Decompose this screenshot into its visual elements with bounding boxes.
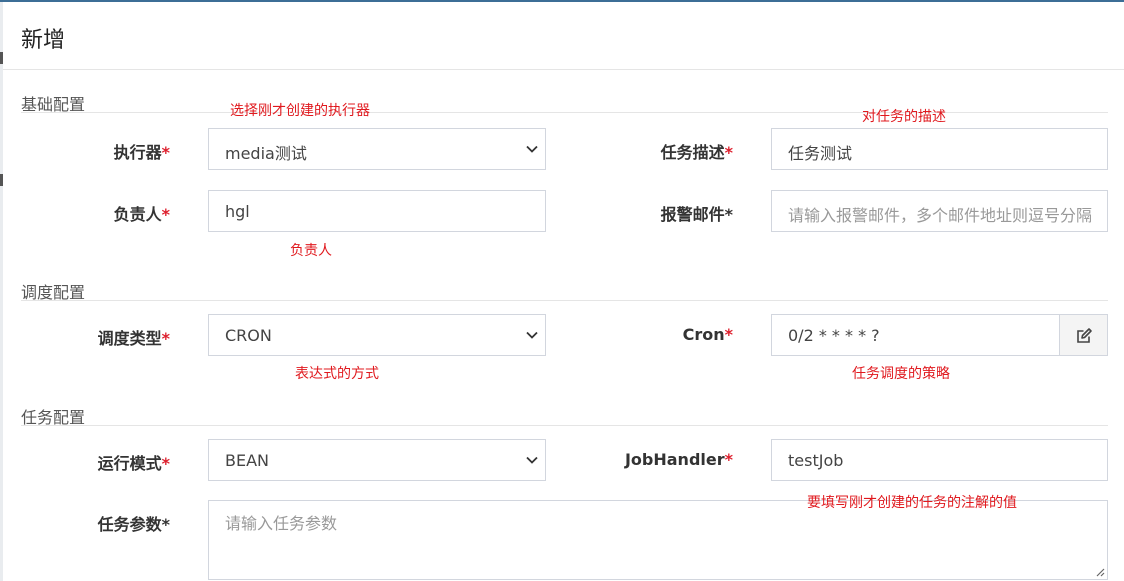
dialog-title: 新增 [21, 28, 66, 53]
executor-select[interactable]: media测试 [208, 128, 546, 170]
job-handler-label: JobHandler* [624, 450, 733, 469]
schedule-type-value: CRON [225, 326, 272, 345]
job-handler-input[interactable]: testJob [771, 439, 1108, 481]
job-param-label: 任务参数* [97, 515, 170, 534]
cron-value: 0/2 * * * * ? [788, 326, 880, 345]
annotation-author: 负责人 [290, 243, 332, 259]
section-title: 调度配置 [21, 283, 86, 302]
job-handler-value: testJob [788, 451, 844, 470]
edit-icon [1077, 328, 1092, 343]
annotation-handler: 要填写刚才创建的任务的注解的值 [807, 495, 1017, 511]
cron-label: Cron* [682, 325, 733, 344]
author-input[interactable]: hgl [208, 190, 546, 232]
cron-edit-button[interactable] [1059, 314, 1108, 356]
edge-mark [0, 174, 3, 186]
job-desc-label: 任务描述* [660, 143, 733, 162]
schedule-type-label: 调度类型* [97, 329, 170, 348]
section-title: 基础配置 [21, 95, 86, 114]
section-task-config: 任务配置 [21, 406, 1108, 427]
annotation-cron: 任务调度的策略 [852, 366, 950, 382]
chevron-down-icon [526, 145, 538, 153]
author-value: hgl [225, 202, 250, 221]
schedule-type-select[interactable]: CRON [208, 314, 546, 356]
chevron-down-icon [526, 331, 538, 339]
alarm-email-label: 报警邮件* [660, 205, 733, 224]
annotation-desc: 对任务的描述 [862, 109, 946, 125]
run-mode-select[interactable]: BEAN [208, 439, 546, 481]
job-desc-input[interactable]: 任务测试 [771, 128, 1108, 170]
alarm-email-input[interactable]: 请输入报警邮件，多个邮件地址则逗号分隔 [771, 190, 1108, 232]
background-page-edge [0, 2, 3, 581]
executor-value: media测试 [225, 144, 307, 163]
alarm-email-placeholder: 请输入报警邮件，多个邮件地址则逗号分隔 [788, 206, 1093, 225]
author-label: 负责人* [113, 205, 170, 224]
job-desc-value: 任务测试 [788, 144, 853, 163]
job-param-textarea[interactable]: 请输入任务参数 [208, 500, 1108, 580]
cron-input[interactable]: 0/2 * * * * ? [771, 314, 1060, 356]
resize-grip-icon[interactable] [1095, 567, 1105, 577]
chevron-down-icon [526, 456, 538, 464]
run-mode-label: 运行模式* [97, 454, 170, 473]
dialog-header: 新增 [3, 2, 1124, 70]
run-mode-value: BEAN [225, 451, 269, 470]
section-title: 任务配置 [21, 408, 86, 427]
job-param-placeholder: 请输入任务参数 [225, 514, 338, 533]
executor-label: 执行器* [113, 143, 170, 162]
annotation-executor: 选择刚才创建的执行器 [230, 103, 370, 119]
section-schedule-config: 调度配置 [21, 281, 1108, 302]
annotation-schedule-type: 表达式的方式 [295, 366, 379, 382]
